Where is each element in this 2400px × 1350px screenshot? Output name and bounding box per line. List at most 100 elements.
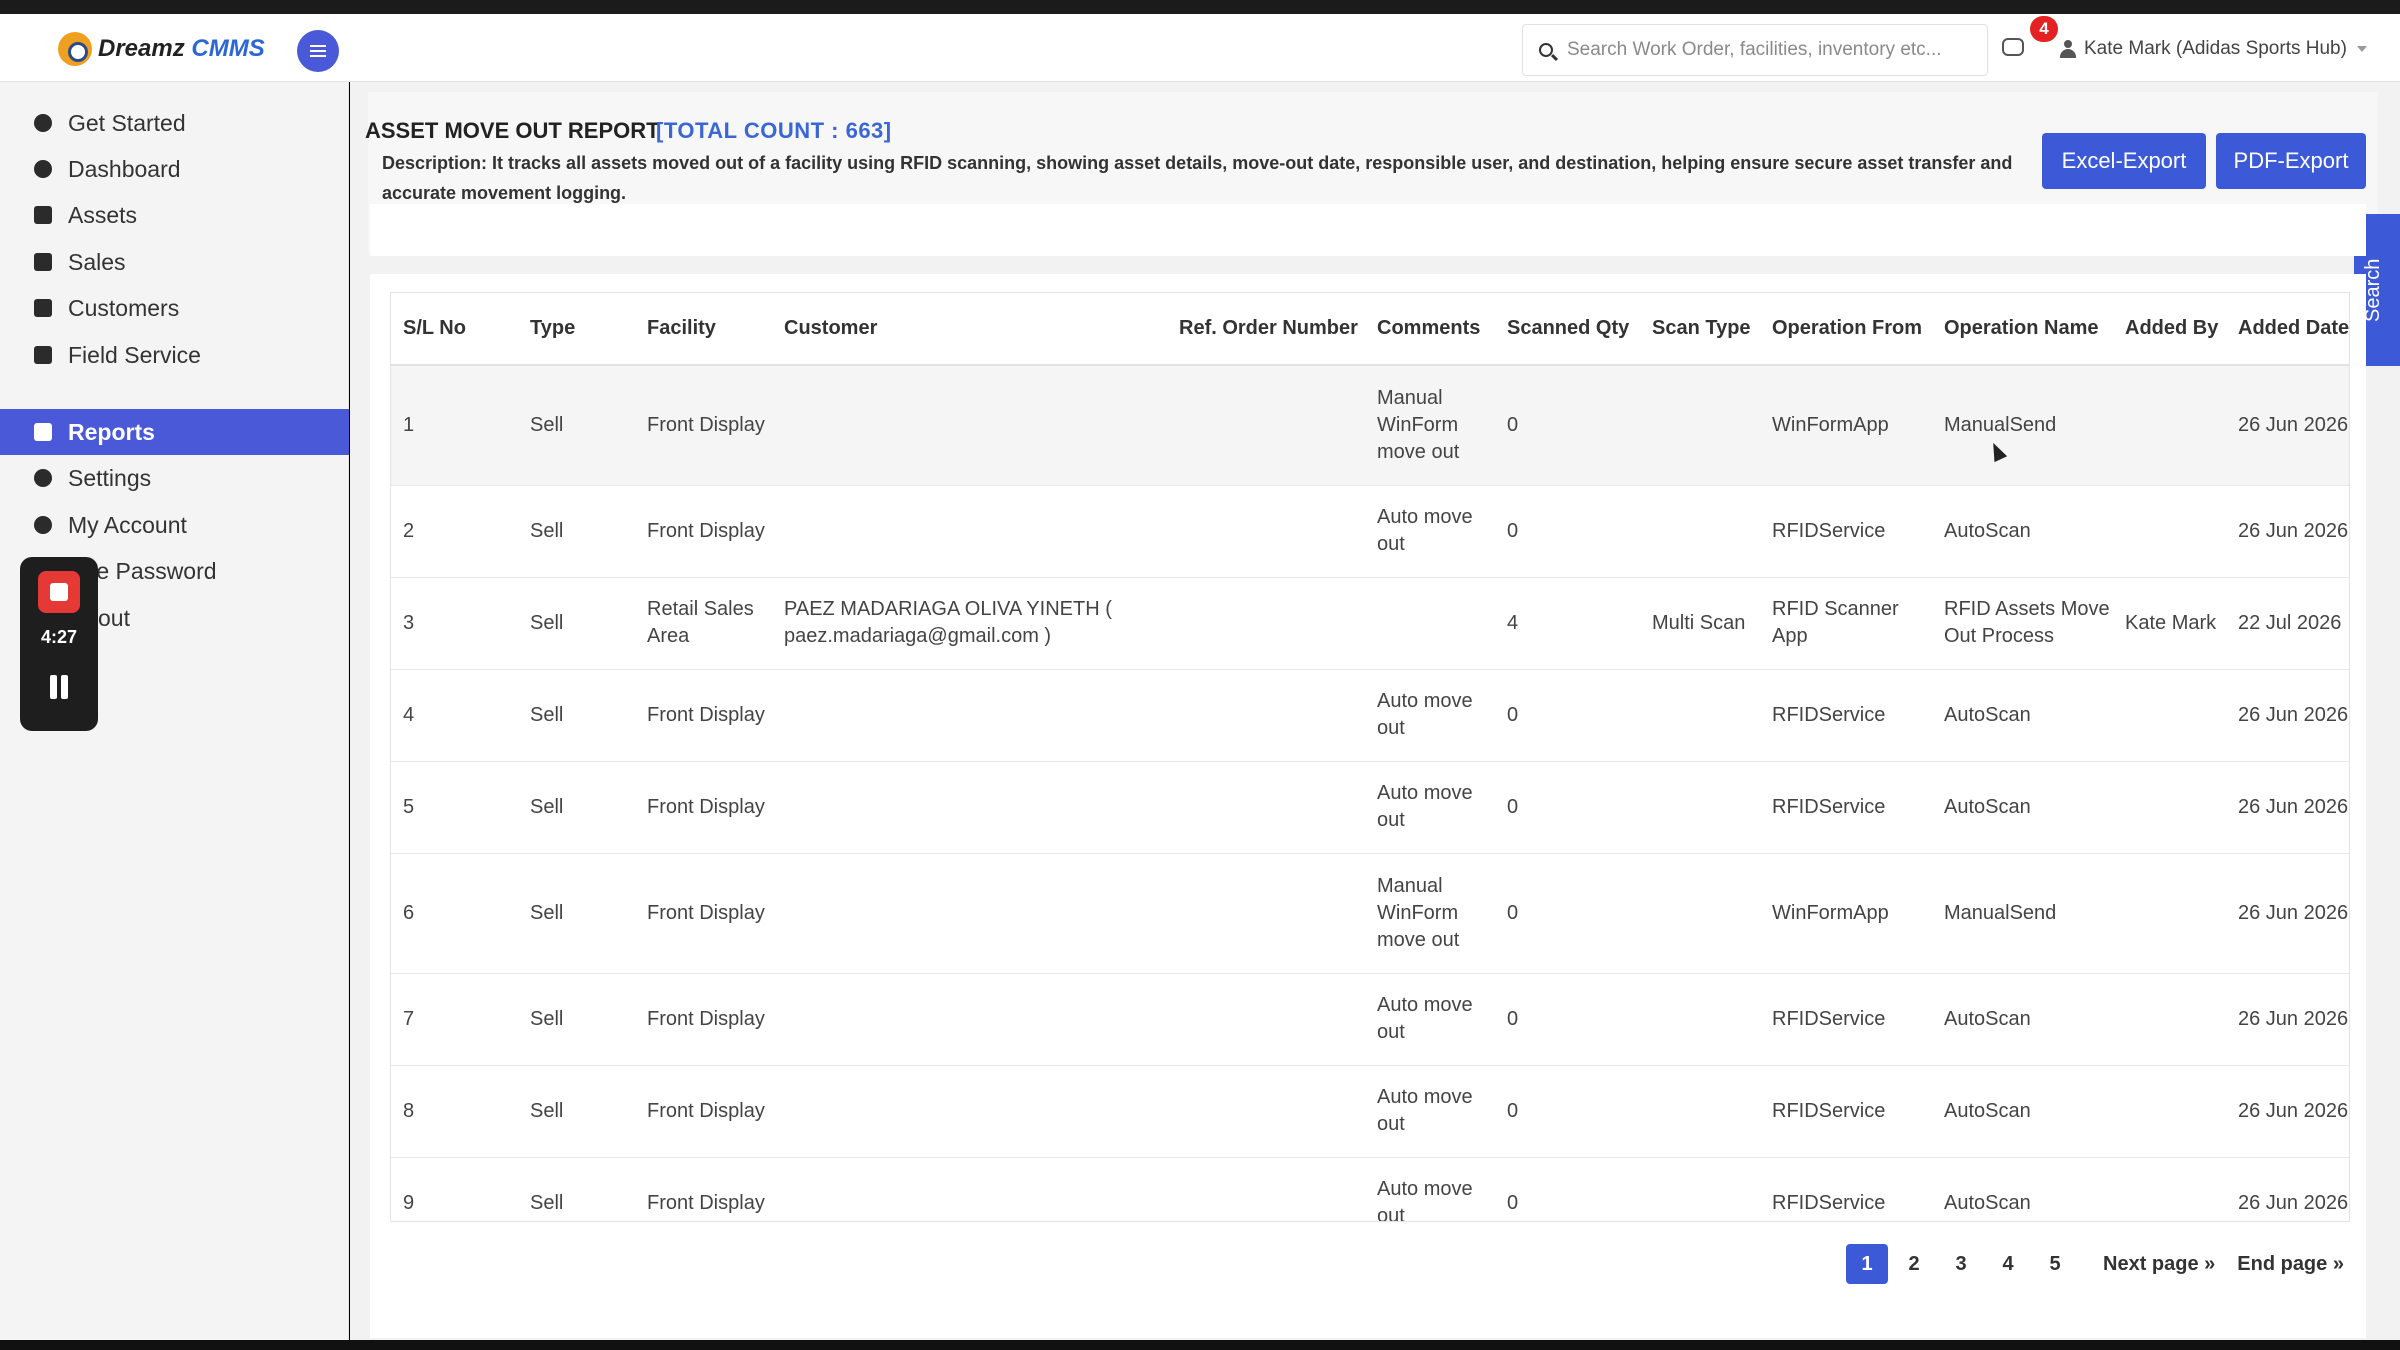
column-header[interactable]: Scanned Qty [1495,293,1640,366]
page-2-button[interactable]: 2 [1893,1244,1935,1284]
sidebar-item-label: Settings [68,464,152,491]
app-logo[interactable]: Dreamz CMMS [58,32,265,66]
cell-comments: Auto move out [1365,669,1495,762]
column-header[interactable]: Operation From [1760,293,1932,366]
cell-operation-from: RFID Scanner App [1760,577,1932,670]
cell-added-by [2113,485,2226,578]
cell-added-date: 26 Jun 2026 [2226,365,2349,486]
gear-icon [34,469,52,487]
cell-operation-name: AutoScan [1932,1157,2113,1221]
column-header[interactable]: Operation Name [1932,293,2113,366]
sidebar-item-assets[interactable]: Assets [0,192,349,238]
sidebar-item-get-started[interactable]: Get Started [0,100,349,146]
column-header[interactable]: Type [518,293,635,366]
cell-scanned-qty: 0 [1495,1157,1640,1221]
cell-added-date: 26 Jun 2026 [2226,1157,2349,1221]
sidebar-item-sales[interactable]: Sales [0,239,349,285]
logo-text: Dreamz CMMS [98,35,265,63]
page-3-button[interactable]: 3 [1940,1244,1982,1284]
column-header[interactable]: S/L No [391,293,518,366]
table-row[interactable]: 8 Sell Front Display Auto move out 0 RFIDServ… [391,1065,2349,1158]
cell-scan-type [1640,973,1760,1066]
logo-gear-icon [58,32,92,66]
cell-operation-name: AutoScan [1932,973,2113,1066]
cell-added-date: 26 Jun 2026 [2226,485,2349,578]
sidebar-item-settings[interactable]: Settings [0,455,349,501]
page-4-button[interactable]: 4 [1987,1244,2029,1284]
table-row[interactable]: 7 Sell Front Display Auto move out 0 RFIDServ… [391,973,2349,1066]
screen-recorder-widget: 4:27 [20,557,98,731]
next-page-link[interactable]: Next page » [2103,1244,2215,1284]
cell-operation-name: ManualSend [1932,365,2113,486]
cell-scan-type: Multi Scan [1640,577,1760,670]
search-icon [1539,43,1553,57]
cell-comments: Manual WinForm move out [1365,365,1495,486]
sidebar-item-label: Field Service [68,341,201,368]
cell-facility: Front Display [635,1157,772,1221]
user-menu[interactable]: Kate Mark (Adidas Sports Hub) [2060,36,2367,62]
archive-icon [34,253,52,271]
global-search-box[interactable] [1522,24,1988,76]
table-row[interactable]: 5 Sell Front Display Auto move out 0 RFIDServ… [391,761,2349,854]
cell-customer [772,761,1167,854]
cell-ref-order [1167,485,1365,578]
cell-type: Sell [518,485,635,578]
cell-operation-name: ManualSend [1932,853,2113,974]
cell-type: Sell [518,365,635,486]
cell-operation-from: RFIDService [1760,761,1932,854]
pause-icon[interactable] [48,675,70,699]
cell-added-by: Kate Mark [2113,577,2226,670]
table-body: 1 Sell Front Display Manual WinForm move ou… [391,365,2349,1221]
sidebar-item-label: Assets [68,201,138,228]
sidebar-item-label: Customers [68,294,180,321]
sidebar-item-dashboard[interactable]: Dashboard [0,146,349,192]
cell-scan-type [1640,853,1760,974]
cell-scan-type [1640,669,1760,762]
table-row[interactable]: 2 Sell Front Display Auto move out 0 RFIDServ… [391,485,2349,578]
excel-export-button[interactable]: Excel-Export [2042,133,2206,189]
cell-sl-no: 4 [391,669,518,762]
archive-icon [34,206,52,224]
page-5-button[interactable]: 5 [2034,1244,2076,1284]
column-header[interactable]: Scan Type [1640,293,1760,366]
cell-sl-no: 2 [391,485,518,578]
column-header[interactable]: Added By [2113,293,2226,366]
column-header[interactable]: Added Date [2226,293,2349,366]
cell-sl-no: 3 [391,577,518,670]
sidebar-item-field-service[interactable]: Field Service [0,332,349,378]
bottom-window-strip [0,1340,2400,1350]
cell-customer [772,1157,1167,1221]
pagination: 1 2 3 4 5 Next page » End page » [1846,1242,2344,1286]
cell-sl-no: 5 [391,761,518,854]
table-scroll-area[interactable]: S/L No Type Facility Customer Ref. Order… [390,292,2350,1222]
page-1-button[interactable]: 1 [1846,1244,1888,1284]
gear-icon [34,516,52,534]
cell-scanned-qty: 0 [1495,365,1640,486]
table-row[interactable]: 3 Sell Retail Sales Area PAEZ MADARIAGA OLI… [391,577,2349,670]
table-row[interactable]: 4 Sell Front Display Auto move out 0 RFIDServ… [391,669,2349,762]
cell-scanned-qty: 0 [1495,761,1640,854]
cell-type: Sell [518,669,635,762]
global-search-input[interactable] [1567,39,1977,61]
cell-scan-type [1640,365,1760,486]
column-header[interactable]: Ref. Order Number [1167,293,1365,366]
hamburger-menu-button[interactable] [297,30,339,72]
table-row[interactable]: 9 Sell Front Display Auto move out 0 RFIDServ… [391,1157,2349,1221]
cell-added-date: 26 Jun 2026 [2226,761,2349,854]
end-page-link[interactable]: End page » [2237,1244,2344,1284]
notification-count-badge[interactable]: 4 [2030,16,2058,42]
sidebar-item-my-account[interactable]: My Account [0,502,349,548]
pdf-export-button[interactable]: PDF-Export [2216,133,2366,189]
column-header[interactable]: Facility [635,293,772,366]
table-row[interactable]: 1 Sell Front Display Manual WinForm move ou… [391,365,2349,486]
record-stop-button[interactable] [38,571,80,613]
column-header[interactable]: Comments [1365,293,1495,366]
cell-scan-type [1640,1065,1760,1158]
cell-added-date: 22 Jul 2026 [2226,577,2349,670]
table-row[interactable]: 6 Sell Front Display Manual WinForm move ou… [391,853,2349,974]
column-header[interactable]: Customer [772,293,1167,366]
sidebar-item-customers[interactable]: Customers [0,285,349,331]
sidebar-item-reports[interactable]: Reports [0,409,349,455]
cell-customer [772,1065,1167,1158]
chat-icon[interactable] [2002,38,2024,56]
